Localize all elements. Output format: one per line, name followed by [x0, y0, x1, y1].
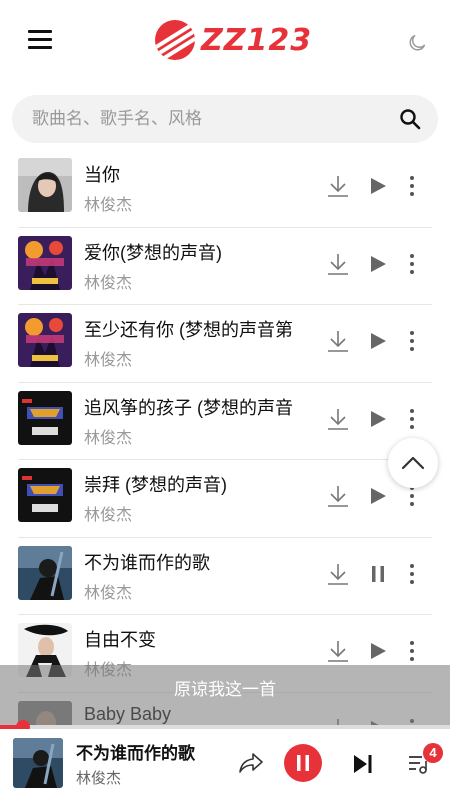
play-icon[interactable] — [368, 254, 388, 274]
song-cover[interactable] — [18, 158, 72, 212]
more-vertical-icon[interactable] — [402, 252, 422, 276]
search-input[interactable] — [32, 95, 392, 143]
play-icon[interactable] — [368, 409, 388, 429]
search-icon[interactable] — [398, 107, 422, 131]
song-row[interactable]: 当你 林俊杰 — [0, 150, 450, 228]
song-cover[interactable] — [18, 468, 72, 522]
back-to-top-button[interactable] — [388, 438, 438, 488]
download-icon[interactable] — [326, 252, 350, 276]
logo-text: ZZ123 — [201, 22, 313, 58]
song-row[interactable]: 至少还有你 (梦想的声音第 林俊杰 — [0, 305, 450, 383]
now-playing-cover[interactable] — [13, 738, 63, 788]
song-row[interactable]: 追风筝的孩子 (梦想的声音 林俊杰 — [0, 383, 450, 461]
current-lyric: 原谅我这一首 — [174, 680, 276, 699]
song-title[interactable]: 自由不变 — [84, 626, 308, 652]
song-row[interactable]: 崇拜 (梦想的声音) 林俊杰 — [0, 460, 450, 538]
song-row[interactable]: 不为谁而作的歌 林俊杰 — [0, 538, 450, 616]
song-cover[interactable] — [18, 313, 72, 367]
share-icon[interactable] — [238, 751, 264, 775]
play-icon[interactable] — [368, 486, 388, 506]
app-logo[interactable]: ZZ123 — [155, 18, 312, 62]
song-title[interactable]: 崇拜 (梦想的声音) — [84, 471, 308, 497]
song-title[interactable]: 至少还有你 (梦想的声音第 — [84, 316, 308, 342]
more-vertical-icon[interactable] — [402, 329, 422, 353]
pause-icon — [297, 755, 309, 771]
song-title[interactable]: 追风筝的孩子 (梦想的声音 — [84, 394, 308, 420]
song-row[interactable]: 爱你(梦想的声音) 林俊杰 — [0, 228, 450, 306]
search-bar — [12, 95, 438, 143]
download-icon[interactable] — [326, 639, 350, 663]
song-artist[interactable]: 林俊杰 — [84, 346, 132, 370]
song-title[interactable]: 不为谁而作的歌 — [84, 549, 308, 575]
song-artist[interactable]: 林俊杰 — [84, 269, 132, 293]
more-vertical-icon[interactable] — [402, 174, 422, 198]
song-cover[interactable] — [18, 545, 72, 600]
moon-icon[interactable] — [406, 32, 428, 54]
more-vertical-icon[interactable] — [402, 639, 422, 663]
queue-count-badge: 4 — [423, 743, 443, 763]
play-icon[interactable] — [368, 331, 388, 351]
pause-icon[interactable] — [368, 564, 388, 584]
now-playing-artist: 林俊杰 — [76, 770, 122, 787]
logo-mark — [155, 20, 195, 60]
chevron-up-icon — [401, 456, 425, 470]
download-icon[interactable] — [326, 562, 350, 586]
download-icon[interactable] — [326, 174, 350, 198]
more-vertical-icon[interactable] — [402, 562, 422, 586]
more-vertical-icon[interactable] — [402, 407, 422, 431]
download-icon[interactable] — [326, 407, 350, 431]
song-artist[interactable]: 林俊杰 — [84, 501, 132, 525]
play-icon[interactable] — [368, 641, 388, 661]
menu-icon[interactable] — [28, 30, 52, 52]
play-icon[interactable] — [368, 176, 388, 196]
song-cover[interactable] — [18, 390, 72, 445]
song-title[interactable]: 当你 — [84, 161, 308, 187]
download-icon[interactable] — [326, 484, 350, 508]
song-artist[interactable]: 林俊杰 — [84, 191, 132, 215]
song-cover[interactable] — [18, 235, 72, 290]
app-header: ZZ123 — [0, 0, 450, 88]
download-icon[interactable] — [326, 329, 350, 353]
skip-next-icon[interactable] — [352, 753, 374, 775]
song-artist[interactable]: 林俊杰 — [84, 579, 132, 603]
lyric-overlay: 原谅我这一首 — [0, 665, 450, 725]
now-playing-title[interactable]: 不为谁而作的歌 — [76, 739, 195, 764]
pause-button[interactable] — [284, 744, 322, 782]
player-bar: 不为谁而作的歌 林俊杰 4 — [0, 729, 450, 800]
song-artist[interactable]: 林俊杰 — [84, 424, 132, 448]
song-title[interactable]: 爱你(梦想的声音) — [84, 239, 308, 265]
